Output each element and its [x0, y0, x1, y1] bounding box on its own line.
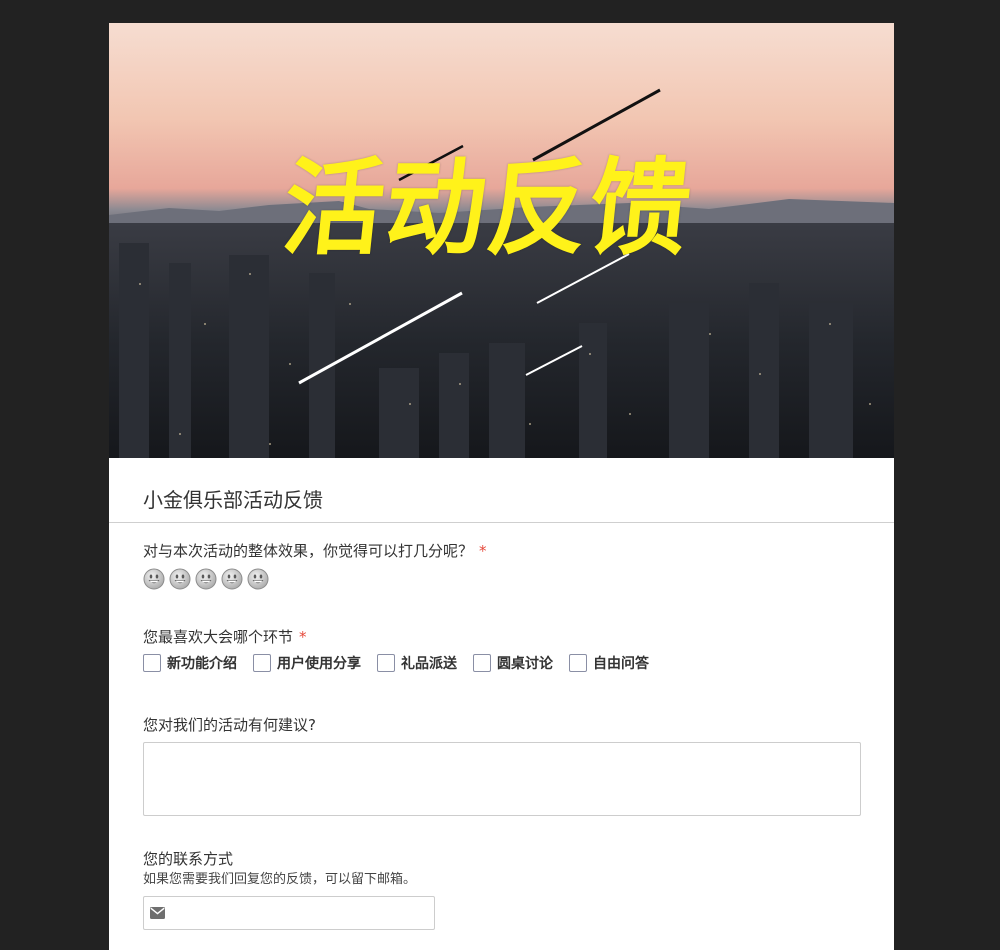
required-mark: * [479, 542, 487, 560]
checkbox-options: 新功能介绍 用户使用分享 礼品派送 圆桌讨论 自由问答 [143, 653, 665, 673]
option-gift-giveaway[interactable]: 礼品派送 [377, 653, 457, 673]
question-rating-label: 对与本次活动的整体效果，你觉得可以打几分呢？ [143, 542, 474, 560]
option-label: 自由问答 [593, 656, 649, 672]
smiley-face-icon[interactable] [169, 568, 191, 590]
envelope-icon [150, 907, 165, 919]
option-roundtable[interactable]: 圆桌讨论 [473, 653, 553, 673]
question-suggestions-label: 您对我们的活动有何建议? [143, 716, 316, 734]
question-contact-label: 您的联系方式 [143, 850, 234, 868]
option-label: 礼品派送 [401, 656, 457, 672]
question-suggestions: 您对我们的活动有何建议? [143, 715, 861, 816]
smiley-face-icon[interactable] [247, 568, 269, 590]
option-free-qa[interactable]: 自由问答 [569, 653, 649, 673]
question-rating: 对与本次活动的整体效果，你觉得可以打几分呢？ * [143, 541, 487, 590]
smiley-face-icon[interactable] [143, 568, 165, 590]
email-input[interactable] [174, 897, 429, 929]
rating-stars [143, 568, 487, 590]
option-label: 新功能介绍 [167, 656, 237, 672]
checkbox[interactable] [473, 654, 491, 672]
checkbox[interactable] [377, 654, 395, 672]
form-body: 对与本次活动的整体效果，你觉得可以打几分呢？ * 您最喜欢大会哪个环节 * 新功能介… [109, 23, 894, 950]
option-new-features[interactable]: 新功能介绍 [143, 653, 237, 673]
checkbox[interactable] [253, 654, 271, 672]
checkbox[interactable] [569, 654, 587, 672]
question-favorite-label: 您最喜欢大会哪个环节 [143, 628, 294, 646]
checkbox[interactable] [143, 654, 161, 672]
question-contact: 您的联系方式 如果您需要我们回复您的反馈，可以留下邮箱。 [143, 849, 435, 930]
question-favorite-section: 您最喜欢大会哪个环节 * 新功能介绍 用户使用分享 礼品派送 圆桌讨论 自由问答 [143, 627, 665, 673]
smiley-face-icon[interactable] [221, 568, 243, 590]
smiley-face-icon[interactable] [195, 568, 217, 590]
question-contact-description: 如果您需要我们回复您的反馈，可以留下邮箱。 [143, 872, 417, 887]
option-user-sharing[interactable]: 用户使用分享 [253, 653, 361, 673]
option-label: 用户使用分享 [277, 656, 361, 672]
required-mark: * [299, 628, 307, 646]
email-field[interactable] [143, 896, 435, 930]
suggestions-textarea[interactable] [143, 742, 861, 816]
option-label: 圆桌讨论 [497, 656, 553, 672]
